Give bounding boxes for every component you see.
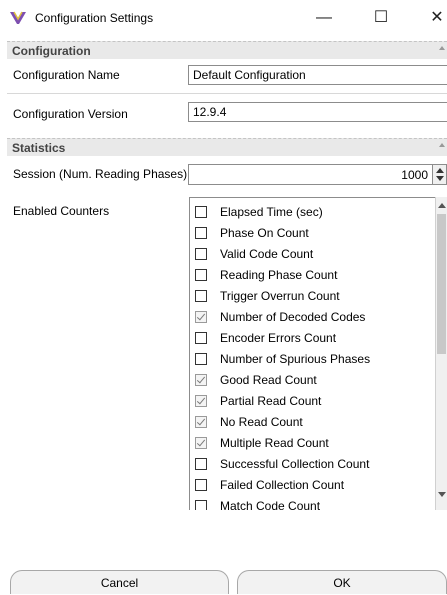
counter-label: Failed Collection Count [220, 478, 345, 492]
checkbox[interactable] [195, 479, 207, 491]
scroll-up-icon[interactable] [438, 203, 446, 208]
session-spinner[interactable] [433, 164, 447, 185]
scrollbar-thumb[interactable] [437, 214, 446, 354]
cancel-button[interactable]: Cancel [10, 570, 229, 594]
counter-label: Trigger Overrun Count [220, 289, 340, 303]
counter-label: Elapsed Time (sec) [220, 205, 323, 219]
configuration-name-input[interactable] [188, 65, 447, 85]
checkbox[interactable] [195, 374, 207, 386]
ok-button[interactable]: OK [237, 570, 447, 594]
statistics-section-header[interactable]: Statistics [7, 138, 447, 156]
spin-up-icon[interactable] [436, 168, 444, 173]
counter-label: Partial Read Count [220, 394, 322, 408]
configuration-name-label: Configuration Name [13, 68, 120, 82]
checkbox[interactable] [195, 311, 207, 323]
scroll-down-icon[interactable] [438, 492, 446, 497]
counter-label: Reading Phase Count [220, 268, 338, 282]
checkbox[interactable] [195, 290, 207, 302]
checkbox[interactable] [195, 500, 207, 510]
counter-label: Match Code Count [220, 499, 321, 510]
checkbox[interactable] [195, 248, 207, 260]
configuration-section-header[interactable]: Configuration [7, 41, 447, 59]
row-divider [7, 93, 447, 94]
configuration-version-label: Configuration Version [13, 107, 128, 121]
checkbox[interactable] [195, 458, 207, 470]
collapse-caret-icon[interactable] [439, 46, 445, 50]
wings-logo-icon [10, 11, 26, 24]
title-bar: Configuration Settings — ☐ ✕ [0, 0, 447, 36]
checkbox[interactable] [195, 416, 207, 428]
enabled-counters-list[interactable]: Elapsed Time (sec) Phase On Count Valid … [189, 197, 447, 510]
checkbox[interactable] [195, 227, 207, 239]
counter-label: Multiple Read Count [220, 436, 329, 450]
counter-label: Valid Code Count [220, 247, 314, 261]
spin-down-icon[interactable] [436, 176, 444, 181]
collapse-caret-icon[interactable] [439, 143, 445, 147]
checkbox[interactable] [195, 269, 207, 281]
checkbox[interactable] [195, 437, 207, 449]
section-title: Statistics [12, 141, 66, 155]
checkbox[interactable] [195, 353, 207, 365]
counter-label: Phase On Count [220, 226, 309, 240]
close-button[interactable]: ✕ [414, 0, 447, 36]
counters-scrollbar[interactable] [435, 197, 447, 510]
window-title: Configuration Settings [35, 11, 154, 25]
enabled-counters-label: Enabled Counters [13, 204, 110, 218]
session-input[interactable] [188, 164, 433, 185]
maximize-button[interactable]: ☐ [358, 0, 404, 36]
counter-label: Number of Spurious Phases [220, 352, 371, 366]
counter-label: Good Read Count [220, 373, 317, 387]
configuration-version-input[interactable] [188, 102, 447, 122]
counter-label: No Read Count [220, 415, 303, 429]
counter-label: Successful Collection Count [220, 457, 370, 471]
checkbox[interactable] [195, 395, 207, 407]
section-title: Configuration [12, 44, 91, 58]
minimize-button[interactable]: — [301, 0, 347, 36]
counter-label: Number of Decoded Codes [220, 310, 366, 324]
checkbox[interactable] [195, 206, 207, 218]
checkbox[interactable] [195, 332, 207, 344]
counter-label: Encoder Errors Count [220, 331, 337, 345]
session-label: Session (Num. Reading Phases) [13, 167, 188, 181]
